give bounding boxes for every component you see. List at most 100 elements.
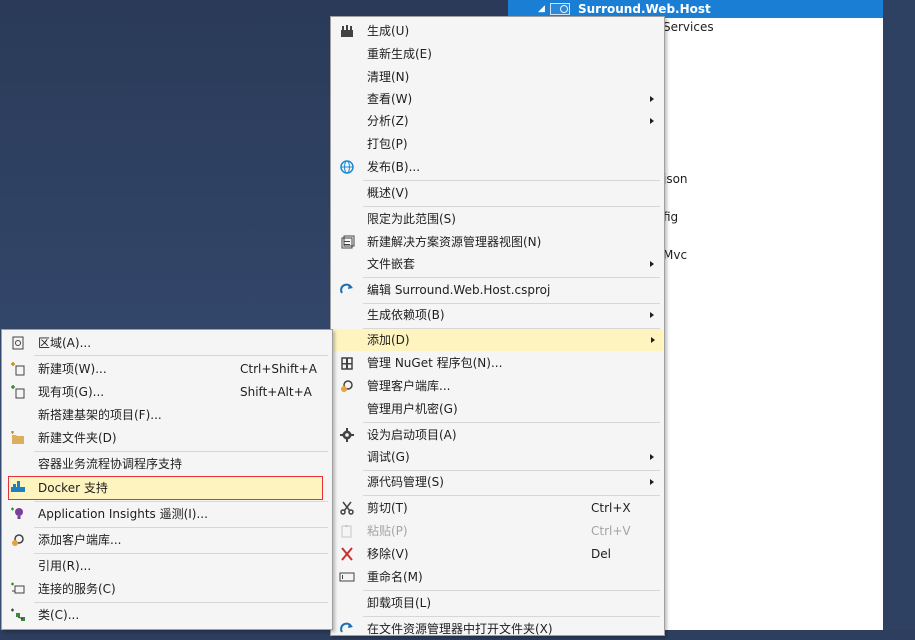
submenu-item-new-item[interactable]: 新建项(W)... Ctrl+Shift+A: [4, 358, 330, 380]
submenu-item-add-client-library[interactable]: 添加客户端库...: [4, 529, 330, 551]
submenu-item-app-insights[interactable]: Application Insights 遥测(I)...: [4, 503, 330, 525]
submenu-item-new-folder[interactable]: 新建文件夹(D): [4, 427, 330, 449]
menu-item-pack[interactable]: 打包(P): [333, 133, 662, 155]
menu-item-open-in-explorer[interactable]: 在文件资源管理器中打开文件夹(X): [333, 618, 662, 640]
menu-item-label: 在文件资源管理器中打开文件夹(X): [367, 622, 553, 636]
menu-separator: [363, 180, 660, 181]
menu-separator: [363, 206, 660, 207]
tree-item-mvc[interactable]: Mvc: [663, 248, 687, 262]
menu-item-set-startup[interactable]: 设为启动项目(A): [333, 424, 662, 446]
submenu-arrow-icon: [650, 261, 654, 267]
menu-separator: [34, 527, 328, 528]
menu-item-label: 粘贴(P): [367, 524, 408, 538]
menu-item-shortcut: Del: [591, 547, 611, 561]
menu-item-label: 连接的服务(C): [38, 582, 116, 596]
rename-icon: [339, 570, 355, 584]
menu-item-debug[interactable]: 调试(G): [333, 446, 662, 468]
submenu-item-area[interactable]: 区域(A)...: [4, 332, 330, 354]
menu-item-paste[interactable]: 粘贴(P) Ctrl+V: [333, 520, 662, 542]
menu-item-analyze[interactable]: 分析(Z): [333, 110, 662, 132]
menu-item-label: 移除(V): [367, 547, 409, 561]
menu-item-unload-project[interactable]: 卸载项目(L): [333, 592, 662, 614]
menu-item-shortcut: Ctrl+Shift+A: [240, 362, 317, 376]
scissors-icon: [339, 501, 355, 515]
menu-item-label: 重新生成(E): [367, 47, 432, 61]
menu-item-label: 发布(B)...: [367, 160, 421, 174]
menu-item-label: 文件嵌套: [367, 257, 416, 271]
menu-item-rebuild[interactable]: 重新生成(E): [333, 43, 662, 65]
menu-separator: [363, 495, 660, 496]
menu-item-new-explorer-view[interactable]: 新建解决方案资源管理器视图(N): [333, 231, 662, 253]
menu-item-clean[interactable]: 清理(N): [333, 66, 662, 88]
submenu-item-container-orchestrator[interactable]: 容器业务流程协调程序支持: [4, 453, 330, 475]
menu-item-label: 类(C)...: [38, 608, 80, 622]
menu-item-edit-csproj[interactable]: 编辑 Surround.Web.Host.csproj: [333, 279, 662, 301]
tree-item-json[interactable]: json: [663, 172, 688, 186]
menu-item-manage-client-libs[interactable]: 管理客户端库...: [333, 375, 662, 397]
submenu-item-connected-services[interactable]: 连接的服务(C): [4, 578, 330, 600]
menu-item-cut[interactable]: 剪切(T) Ctrl+X: [333, 497, 662, 519]
menu-item-overview[interactable]: 概述(V): [333, 182, 662, 204]
open-folder-icon: [339, 622, 355, 636]
publish-globe-icon: [339, 160, 355, 174]
menu-item-publish[interactable]: 发布(B)...: [333, 156, 662, 178]
menu-item-manage-nuget[interactable]: 管理 NuGet 程序包(N)...: [333, 352, 662, 374]
menu-separator: [34, 451, 328, 452]
area-icon: [10, 336, 26, 350]
menu-item-label: 现有项(G)...: [38, 385, 105, 399]
submenu-item-new-scaffolded-item[interactable]: 新搭建基架的项目(F)...: [4, 404, 330, 426]
menu-item-label: 新建文件夹(D): [38, 431, 117, 445]
menu-item-label: 区域(A)...: [38, 336, 92, 350]
menu-item-scope-to-this[interactable]: 限定为此范围(S): [333, 208, 662, 230]
gear-icon: [339, 428, 355, 442]
menu-item-build-dependencies[interactable]: 生成依赖项(B): [333, 304, 662, 326]
menu-item-build[interactable]: 生成(U): [333, 20, 662, 42]
add-submenu: 区域(A)... 新建项(W)... Ctrl+Shift+A 现有项(G)..…: [1, 329, 333, 630]
menu-item-label: 生成依赖项(B): [367, 308, 445, 322]
menu-item-view[interactable]: 查看(W): [333, 88, 662, 110]
tree-item-config[interactable]: fig: [663, 210, 678, 224]
menu-item-label: 新搭建基架的项目(F)...: [38, 408, 162, 422]
client-library-icon: [10, 533, 26, 547]
app-insights-icon: [10, 507, 26, 521]
menu-item-file-nesting[interactable]: 文件嵌套: [333, 253, 662, 275]
menu-item-label: 限定为此范围(S): [367, 212, 456, 226]
submenu-arrow-icon: [650, 118, 654, 124]
web-project-icon: [550, 3, 570, 15]
paste-icon: [339, 524, 355, 538]
menu-item-label: 卸载项目(L): [367, 596, 432, 610]
submenu-item-reference[interactable]: 引用(R)...: [4, 555, 330, 577]
menu-item-source-control[interactable]: 源代码管理(S): [333, 471, 662, 493]
menu-item-label: 管理 NuGet 程序包(N)...: [367, 356, 503, 370]
submenu-item-docker-support[interactable]: Docker 支持: [8, 476, 323, 500]
menu-item-label: 管理客户端库...: [367, 379, 451, 393]
menu-separator: [34, 501, 328, 502]
menu-item-label: 打包(P): [367, 137, 408, 151]
docker-icon: [10, 481, 26, 495]
tree-item-services[interactable]: Services: [663, 20, 714, 34]
menu-item-rename[interactable]: 重命名(M): [333, 566, 662, 588]
menu-item-label: 清理(N): [367, 70, 410, 84]
menu-item-shortcut: Shift+Alt+A: [240, 385, 312, 399]
menu-item-label: 概述(V): [367, 186, 409, 200]
menu-item-label: 管理用户机密(G): [367, 402, 458, 416]
project-context-menu: 生成(U) 重新生成(E) 清理(N) 查看(W) 分析(Z) 打包(P) 发布…: [330, 16, 665, 636]
new-view-icon: [339, 235, 355, 249]
menu-item-label: 重命名(M): [367, 570, 423, 584]
existing-item-icon: [10, 385, 26, 399]
menu-item-label: 剪切(T): [367, 501, 408, 515]
submenu-arrow-icon: [650, 312, 654, 318]
menu-separator: [363, 616, 660, 617]
menu-item-remove[interactable]: 移除(V) Del: [333, 543, 662, 565]
menu-item-label: 编辑 Surround.Web.Host.csproj: [367, 283, 551, 297]
menu-item-manage-user-secrets[interactable]: 管理用户机密(G): [333, 398, 662, 420]
submenu-item-existing-item[interactable]: 现有项(G)... Shift+Alt+A: [4, 381, 330, 403]
menu-separator: [34, 355, 328, 356]
submenu-arrow-icon: [651, 337, 655, 343]
menu-item-add[interactable]: 添加(D): [332, 329, 663, 351]
submenu-item-class[interactable]: 类(C)...: [4, 604, 330, 626]
connected-services-icon: [10, 582, 26, 596]
new-item-icon: [10, 362, 26, 376]
edit-refresh-icon: [339, 283, 355, 297]
menu-item-label: 查看(W): [367, 92, 413, 106]
